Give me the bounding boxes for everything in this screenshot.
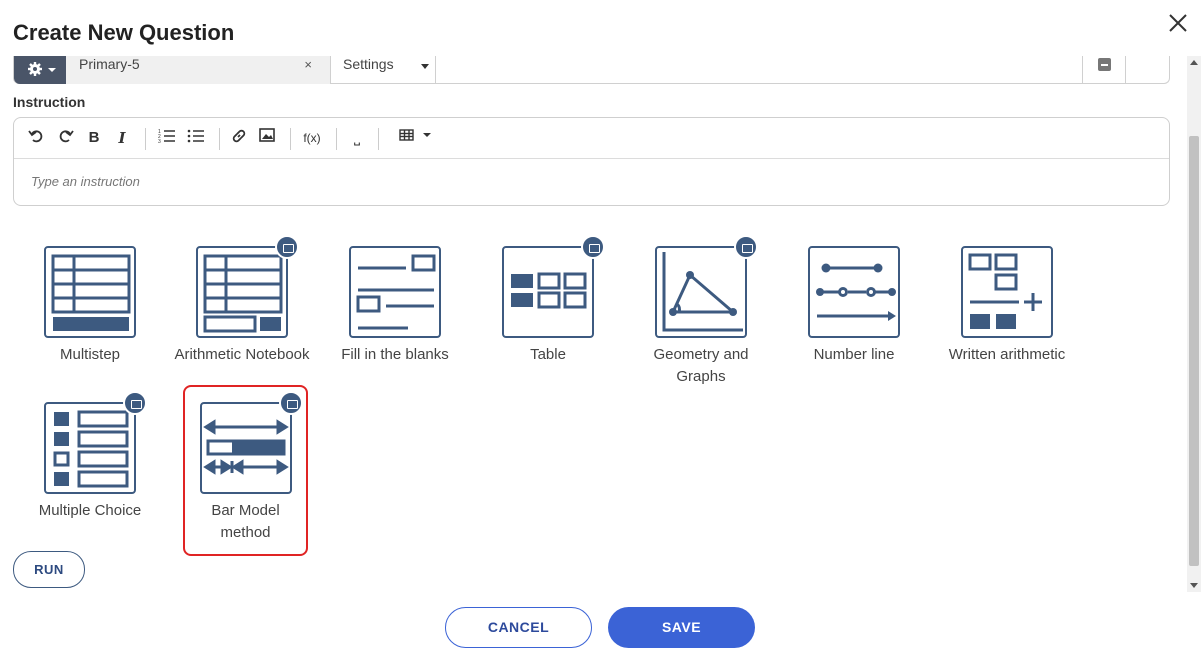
question-type-arithmetic-notebook[interactable]: Arithmetic Notebook [172, 235, 312, 366]
multistep-icon [44, 246, 136, 338]
undo-icon[interactable] [26, 128, 46, 148]
scroll-up-icon[interactable] [1190, 60, 1198, 65]
number-line-icon [808, 246, 900, 338]
question-type-bar-model[interactable]: Bar Model method [183, 385, 308, 556]
dialog-footer: CANCEL SAVE [0, 592, 1201, 656]
caret-down-icon [421, 64, 429, 69]
save-button[interactable]: SAVE [608, 607, 755, 648]
question-settings-bar: Primary-5 × Settings [13, 56, 1170, 84]
grade-select[interactable]: Primary-5 × [66, 56, 331, 84]
scrollbar-thumb[interactable] [1189, 136, 1199, 566]
toolbar-divider [378, 128, 379, 150]
card-label: Written arithmetic [948, 346, 1066, 363]
cancel-button[interactable]: CANCEL [445, 607, 592, 648]
fill-blanks-icon [349, 246, 441, 338]
bold-button[interactable]: B [84, 128, 104, 148]
toolbar-divider [145, 128, 146, 150]
card-label: Table [530, 346, 566, 363]
table-insert-button[interactable] [396, 128, 436, 148]
card-label: Multiple Choice [38, 502, 142, 519]
italic-button[interactable]: I [112, 128, 132, 148]
chevron-down-icon [48, 68, 56, 72]
minus-icon [1098, 58, 1111, 71]
folder-icon [581, 235, 605, 259]
arithmetic-notebook-icon [196, 235, 299, 338]
card-label: Fill in the blanks [341, 346, 449, 363]
bar-model-icon [199, 391, 303, 494]
toolbar-divider [336, 128, 337, 150]
folder-icon [734, 235, 758, 259]
scroll-down-icon[interactable] [1190, 583, 1198, 588]
question-type-number-line[interactable]: Number line [784, 246, 924, 366]
written-arithmetic-icon [961, 246, 1053, 338]
card-label: Arithmetic Notebook [174, 346, 310, 363]
instruction-editor: B I 123 f(x) ⎵ Type an instruction [13, 117, 1170, 206]
run-button[interactable]: RUN [13, 551, 85, 588]
question-type-multistep[interactable]: Multistep [20, 246, 160, 366]
card-label: Bar Model method [211, 502, 280, 541]
dialog-body: Primary-5 × Settings Instruction B I 1 2… [0, 56, 1187, 592]
instruction-label: Instruction [13, 94, 86, 110]
question-type-fill-blanks[interactable]: Fill in the blanks [325, 246, 465, 366]
folder-icon [275, 235, 299, 259]
gear-icon [28, 62, 42, 76]
folder-icon [123, 391, 147, 415]
grade-value: Primary-5 [79, 56, 140, 72]
settings-label: Settings [343, 56, 394, 72]
table-icon [502, 235, 605, 338]
question-type-written-arithmetic[interactable]: Written arithmetic [937, 246, 1077, 366]
editor-toolbar: B I 123 f(x) ⎵ [14, 118, 1169, 159]
card-label: Geometry and Graphs [653, 346, 749, 385]
numbered-list-icon[interactable]: 123 [156, 128, 178, 148]
card-label: Number line [813, 346, 895, 363]
collapse-button[interactable] [1082, 56, 1126, 84]
dialog-title: Create New Question [13, 20, 235, 45]
toolbar-divider [219, 128, 220, 150]
folder-icon [278, 391, 303, 415]
redo-icon[interactable] [56, 128, 76, 148]
question-type-multiple-choice[interactable]: Multiple Choice [20, 391, 160, 522]
create-question-dialog: Create New Question Primary-5 × Settings… [0, 0, 1201, 656]
question-type-table[interactable]: Table [478, 235, 618, 366]
close-icon[interactable] [1167, 12, 1189, 34]
question-type-geometry[interactable]: Geometry and Graphs [631, 235, 771, 388]
clear-grade-icon[interactable]: × [304, 57, 312, 72]
link-icon[interactable] [229, 128, 249, 148]
blank-button[interactable]: ⎵ [347, 128, 367, 148]
geometry-icon [655, 235, 758, 338]
card-label: Multistep [59, 346, 121, 363]
image-icon[interactable] [257, 128, 277, 148]
multiple-choice-icon [44, 391, 147, 494]
scrollbar[interactable] [1187, 56, 1201, 592]
svg-text:3: 3 [158, 139, 161, 144]
bullet-list-icon[interactable] [185, 128, 207, 148]
instruction-input[interactable]: Type an instruction [31, 174, 140, 189]
settings-menu-button[interactable] [14, 56, 66, 84]
toolbar-divider [290, 128, 291, 150]
formula-button[interactable]: f(x) [300, 128, 324, 148]
settings-dropdown[interactable]: Settings [331, 56, 436, 84]
